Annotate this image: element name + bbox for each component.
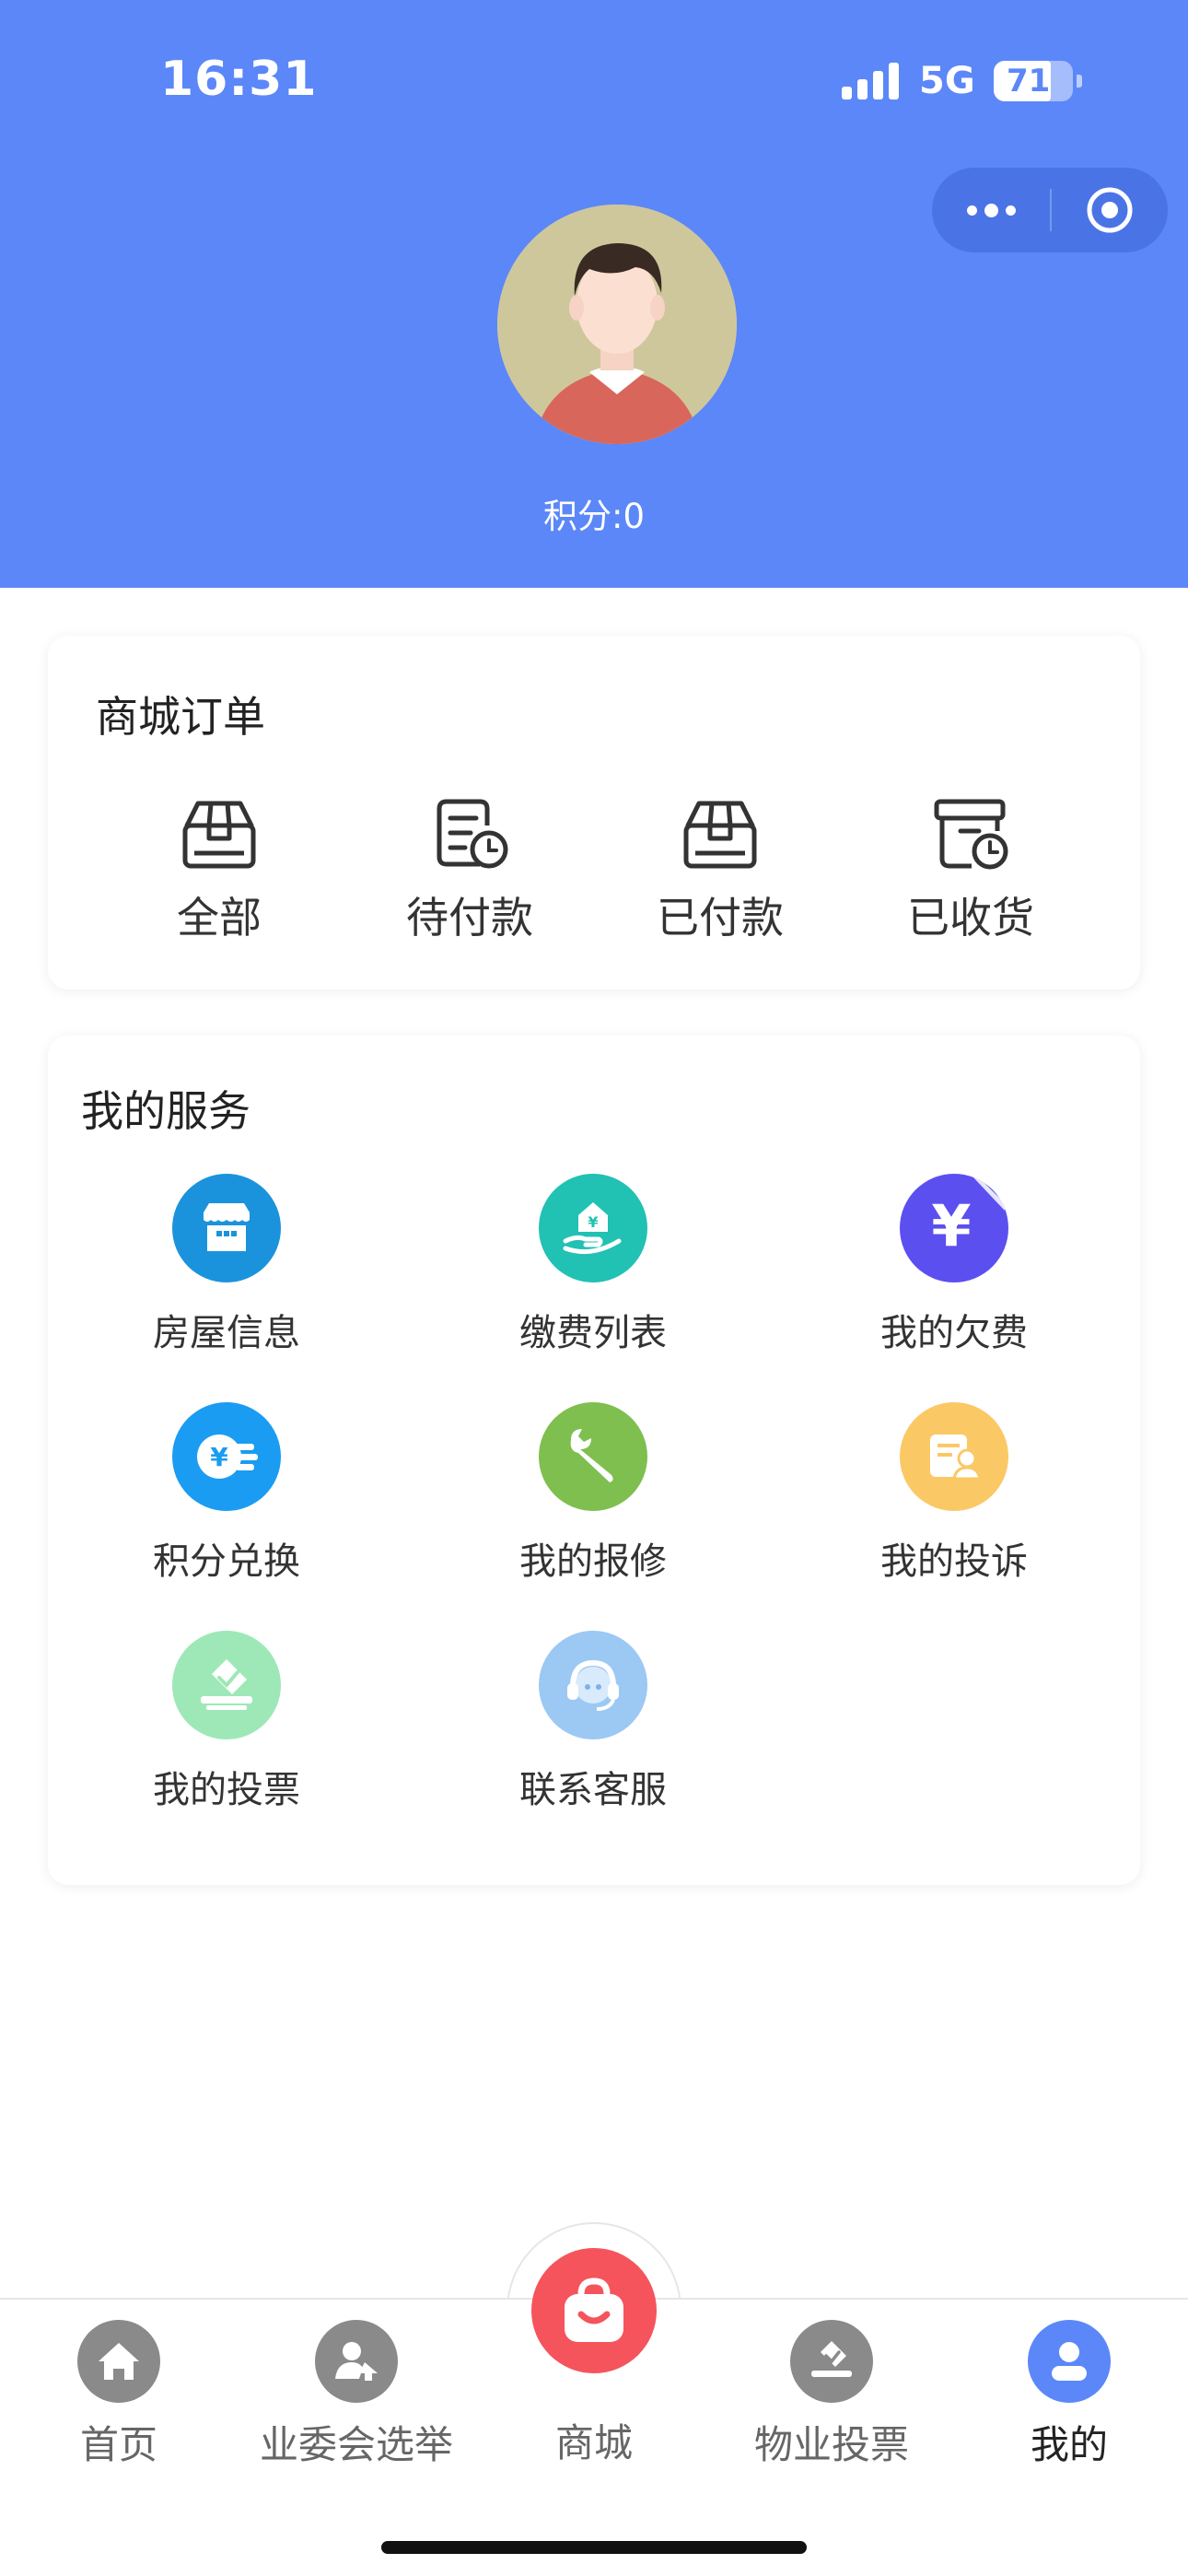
tab-mall-label: 商城 — [554, 2420, 633, 2465]
orders-title: 商城订单 — [96, 692, 265, 742]
services-card: 我的服务 房屋信息 ¥ 缴费列表 ¥ 我的欠费 ¥ 积分兑换 我的报修 我的投诉… — [48, 1036, 1140, 1885]
svg-text:¥: ¥ — [931, 1192, 971, 1259]
service-repair-label: 我的报修 — [519, 1540, 667, 1583]
close-miniprogram-button[interactable] — [1052, 168, 1168, 252]
service-points-exchange[interactable]: ¥ 积分兑换 — [88, 1402, 365, 1585]
profile-header: 16:31 5G 71 积分:0 — [0, 0, 1188, 588]
service-complaint[interactable]: 我的投诉 — [816, 1402, 1092, 1585]
headset-icon — [539, 1631, 647, 1739]
more-options-button[interactable] — [932, 168, 1050, 252]
service-support-label: 联系客服 — [519, 1769, 667, 1811]
house-icon — [172, 1174, 281, 1282]
order-all[interactable]: 全部 — [118, 798, 320, 945]
box-icon — [182, 801, 256, 869]
svg-text:¥: ¥ — [210, 1442, 228, 1472]
status-indicators: 5G 71 — [842, 59, 1082, 103]
order-received-label: 已收货 — [907, 893, 1034, 943]
service-payment-label: 缴费列表 — [519, 1312, 667, 1354]
service-vote-label: 我的投票 — [153, 1769, 300, 1811]
tab-mall[interactable] — [531, 2248, 657, 2373]
wrench-icon — [539, 1402, 647, 1511]
points-exchange-icon: ¥ — [172, 1402, 281, 1511]
avatar[interactable] — [497, 205, 737, 444]
points-text: 积分:0 — [542, 497, 645, 536]
tab-property-vote[interactable]: 物业投票 — [721, 2320, 942, 2470]
paid-box-icon — [683, 801, 757, 869]
order-pending-label: 待付款 — [406, 893, 533, 943]
ballot-icon — [790, 2320, 873, 2403]
yen-icon: ¥ — [900, 1174, 1008, 1282]
tab-election[interactable]: 业委会选举 — [246, 2320, 467, 2470]
user-icon — [1028, 2320, 1111, 2403]
service-points-label: 积分兑换 — [153, 1540, 300, 1583]
order-pending-payment[interactable]: 待付款 — [368, 798, 571, 945]
service-arrears-label: 我的欠费 — [880, 1312, 1028, 1354]
tab-mine[interactable]: 我的 — [959, 2320, 1180, 2470]
complaint-icon — [900, 1402, 1008, 1511]
battery-icon: 71 — [993, 61, 1082, 101]
order-paid[interactable]: 已付款 — [619, 798, 821, 945]
service-house-info[interactable]: 房屋信息 — [88, 1174, 365, 1356]
home-indicator[interactable] — [381, 2541, 807, 2554]
order-all-label: 全部 — [177, 893, 262, 943]
battery-percent: 71 — [1007, 63, 1051, 100]
order-received[interactable]: 已收货 — [869, 798, 1072, 945]
received-icon — [934, 799, 1008, 870]
tab-mine-label: 我的 — [1030, 2422, 1108, 2467]
miniprogram-capsule — [932, 168, 1168, 252]
svg-text:¥: ¥ — [588, 1213, 598, 1231]
payment-hand-icon: ¥ — [539, 1174, 647, 1282]
service-payment-list[interactable]: ¥ 缴费列表 — [455, 1174, 731, 1356]
service-my-vote[interactable]: 我的投票 — [88, 1631, 365, 1813]
home-icon — [77, 2320, 160, 2403]
tab-property-vote-label: 物业投票 — [753, 2422, 909, 2467]
target-icon — [1087, 187, 1133, 233]
vote-icon — [172, 1631, 281, 1739]
tab-home[interactable]: 首页 — [8, 2320, 229, 2470]
shopping-bag-icon — [565, 2277, 623, 2342]
order-paid-label: 已付款 — [657, 893, 784, 943]
pending-payment-icon — [437, 799, 508, 869]
tab-election-label: 业委会选举 — [259, 2422, 453, 2467]
election-icon — [315, 2320, 398, 2403]
service-complaint-label: 我的投诉 — [880, 1540, 1028, 1583]
signal-icon — [842, 63, 899, 100]
service-house-label: 房屋信息 — [153, 1312, 300, 1354]
services-title: 我的服务 — [81, 1086, 250, 1136]
tab-home-label: 首页 — [79, 2422, 157, 2467]
network-label: 5G — [919, 60, 975, 102]
orders-card: 商城订单 全部 待付款 已付款 已收货 — [48, 636, 1140, 989]
service-repair[interactable]: 我的报修 — [455, 1402, 731, 1585]
status-time: 16:31 — [160, 52, 318, 107]
service-my-arrears[interactable]: ¥ 我的欠费 — [816, 1174, 1092, 1356]
service-contact-support[interactable]: 联系客服 — [455, 1631, 731, 1813]
